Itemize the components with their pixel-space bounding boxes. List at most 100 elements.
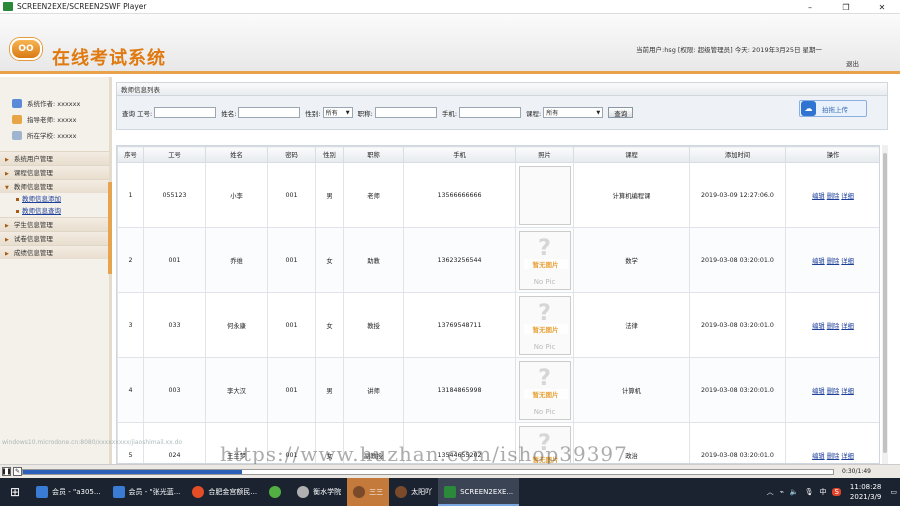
table-scrollbar[interactable] (882, 145, 888, 464)
avatar-icon (353, 486, 366, 498)
microphone-icon[interactable]: 🎙 (805, 488, 814, 496)
submenu-teacher-query[interactable]: 教师信息查询 (0, 205, 109, 217)
gender-label: 性别: (305, 109, 321, 118)
logout-link[interactable]: 退出 (846, 58, 859, 68)
volume-icon[interactable]: 🔈 (790, 488, 799, 496)
no-photo-placeholder[interactable]: ?暂无图片No Pic (518, 360, 571, 420)
menu-courses[interactable]: ▶ 课程信息管理 (0, 165, 109, 179)
notification-icon[interactable]: ▭ (890, 488, 897, 496)
table-row: 1 055123 小李 001 男 老师 13566666666 计算机编程课 … (117, 162, 879, 228)
pause-button[interactable]: ❚❚ (1, 467, 12, 476)
clock[interactable]: 11:08:28 2021/3/9 (850, 482, 881, 502)
close-button[interactable]: ✕ (864, 0, 900, 14)
user-info: 当前用户:hsg [权限: 超级管理员] 今天: 2019年3月25日 星期一 (636, 46, 823, 54)
taskbar-item[interactable]: 三三 (347, 478, 390, 506)
query-button[interactable]: 查询 (608, 107, 634, 118)
no-photo-placeholder[interactable]: ?暂无图片No Pic (518, 230, 571, 290)
delete-link[interactable]: 删除 (827, 323, 840, 330)
input-method[interactable]: 中 (819, 487, 826, 497)
school-app-icon (297, 486, 310, 498)
detail-link[interactable]: 详细 (841, 388, 854, 395)
col-header-name: 姓名 (205, 146, 268, 163)
delete-link[interactable]: 删除 (827, 388, 840, 395)
cell-name: 乔维 (205, 227, 268, 293)
col-header-title: 职称 (343, 146, 404, 163)
table-row: 2 001 乔维 001 女 助教 13623256544 ? 暂无图片 No Pi… (117, 227, 879, 293)
edit-link[interactable]: 编辑 (812, 323, 825, 330)
delete-link[interactable]: 删除 (827, 193, 840, 200)
delete-link[interactable]: 删除 (827, 453, 840, 460)
settings-button[interactable]: ✎ (13, 467, 22, 476)
sogou-icon[interactable]: S (832, 488, 841, 496)
cell-phone: 13566666666 (403, 162, 516, 228)
cell-title: 老师 (343, 162, 404, 228)
minimize-button[interactable]: – (792, 0, 828, 14)
bullet-icon (16, 197, 19, 201)
col-header-actions: 操作 (785, 146, 879, 163)
edit-link[interactable]: 编辑 (812, 388, 825, 395)
taskbar-item[interactable]: 会员 - "a305... (30, 478, 107, 506)
app-icon (3, 2, 13, 11)
menu-system-users[interactable]: ▶ 系统用户管理 (0, 151, 109, 165)
sidebar-collapse-handle[interactable] (108, 182, 112, 274)
taskbar-item[interactable] (263, 478, 291, 506)
cell-name: 何永康 (205, 292, 268, 358)
edit-link[interactable]: 编辑 (812, 453, 825, 460)
taskbar-item[interactable]: 衡水学院 (291, 478, 347, 506)
cell-title: 教授 (343, 292, 404, 358)
edit-link[interactable]: 编辑 (812, 193, 825, 200)
maximize-button[interactable]: ❐ (828, 0, 864, 14)
windows-start-icon[interactable]: ⊞ (0, 478, 30, 506)
edit-link[interactable]: 编辑 (812, 258, 825, 265)
menu-papers[interactable]: ▶ 试卷信息管理 (0, 231, 109, 245)
taskbar-item[interactable]: SCREEN2EXE... (438, 478, 520, 506)
taskbar-item[interactable]: 太阳吖 (389, 478, 438, 506)
col-header-password: 密码 (267, 146, 316, 163)
menu-scores[interactable]: ▶ 成绩信息管理 (0, 245, 109, 259)
search-bar: 查询 工号: 姓名: 性别: 所有 ▼ 职称: 手机: 课程: 所有 ▼ 查询 ☁ 拍… (116, 96, 888, 130)
playback-progress[interactable] (22, 469, 834, 475)
watermark-text: https://www.huzhan.com/ishop39397 (220, 442, 628, 466)
chevron-up-icon[interactable]: ︿ (767, 487, 774, 497)
detail-link[interactable]: 详细 (841, 453, 854, 460)
course-select[interactable]: 所有 ▼ (543, 107, 604, 118)
detail-link[interactable]: 详细 (841, 193, 854, 200)
delete-link[interactable]: 删除 (827, 258, 840, 265)
cell-password: 001 (267, 357, 316, 423)
cell-actions: 编辑 删除 详细 (785, 357, 879, 423)
menu-students[interactable]: ▶ 学生信息管理 (0, 217, 109, 231)
cell-course: 计算机 (573, 357, 690, 423)
phone-input[interactable] (459, 107, 522, 118)
taskbar-item[interactable]: 合肥金宫额民... (186, 478, 263, 506)
submenu-teacher-add[interactable]: 教师信息添加 (0, 193, 109, 205)
cell-time: 2019-03-08 03:20:01.0 (689, 292, 786, 358)
main-content: 教师信息列表 查询 工号: 姓名: 性别: 所有 ▼ 职称: 手机: 课程: 所有… (116, 82, 888, 464)
name-input[interactable] (238, 107, 301, 118)
teacher-table-container: 序号 工号 姓名 密码 性别 职称 手机 照片 课程 添加时间 操作 1 055… (116, 145, 880, 464)
detail-link[interactable]: 详细 (841, 323, 854, 330)
phone-label: 手机: (441, 109, 458, 118)
cell-password: 001 (267, 227, 316, 293)
cell-time: 2019-03-08 03:20:01.0 (689, 357, 786, 423)
taskbar-item[interactable]: 会员 - "张光蓝... (107, 478, 187, 506)
no-photo-placeholder[interactable]: ?暂无图片No Pic (518, 295, 571, 355)
scrollbar-thumb[interactable] (883, 153, 887, 453)
system-logo: OO (10, 38, 42, 60)
network-icon[interactable]: ⌁ (780, 488, 784, 496)
id-input[interactable] (154, 107, 217, 118)
teacher-photo[interactable] (518, 165, 571, 225)
menu-teachers[interactable]: ▼ 教师信息管理 (0, 179, 109, 193)
col-header-time: 添加时间 (689, 146, 786, 163)
title-label: 职称: (357, 109, 373, 118)
browser-icon (36, 486, 48, 498)
chevron-down-icon: ▼ (596, 109, 601, 116)
title-input[interactable] (374, 107, 437, 118)
cell-time: 2019-03-08 03:20:01.0 (689, 422, 786, 463)
cell-gender: 女 (315, 292, 344, 358)
taskbar: ⊞ 会员 - "a305... 会员 - "张光蓝... 合肥金宫额民... 衡… (0, 478, 900, 506)
bullet-icon (16, 209, 19, 213)
detail-link[interactable]: 详细 (841, 258, 854, 265)
gender-select[interactable]: 所有 ▼ (322, 107, 353, 118)
system-name: 在线考试系统 (52, 48, 166, 69)
upload-button[interactable]: ☁ 拍拖上传 (799, 100, 867, 117)
